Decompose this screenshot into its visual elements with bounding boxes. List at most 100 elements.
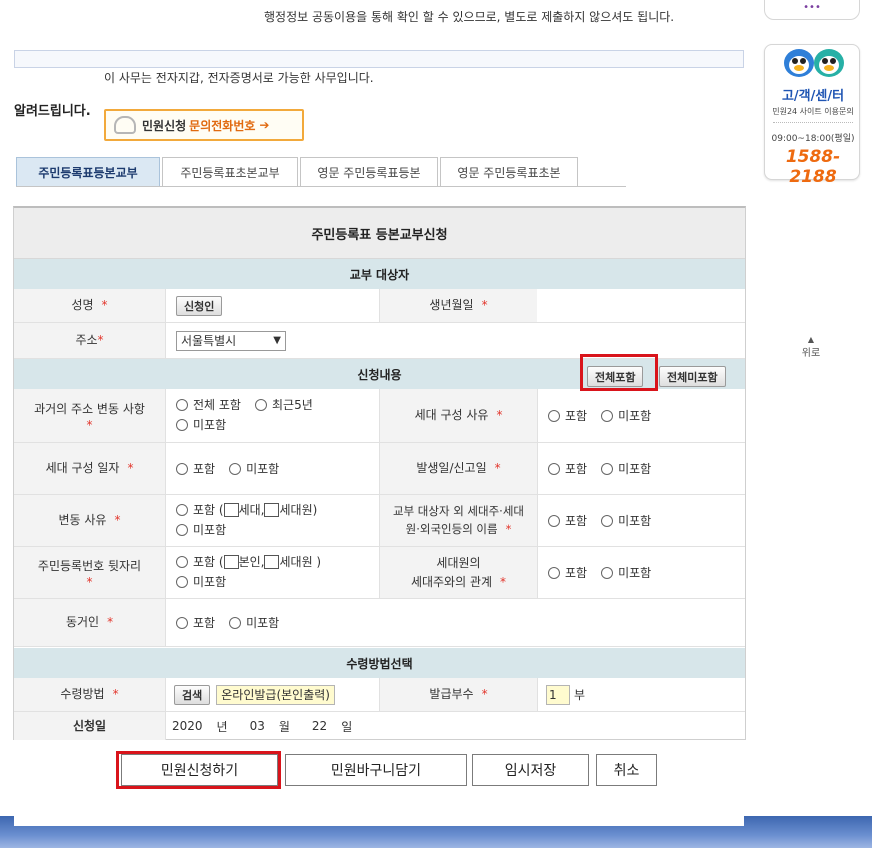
birth-label: 생년월일 * bbox=[380, 289, 537, 322]
tab-resident-abstract[interactable]: 주민등록표초본교부 bbox=[162, 157, 298, 187]
household-date-include-radio[interactable] bbox=[176, 463, 188, 475]
applicant-button[interactable]: 신청인 bbox=[176, 295, 223, 316]
change-reason-member-checkbox[interactable] bbox=[264, 503, 280, 517]
divider bbox=[773, 122, 853, 123]
apply-date-label: 신청일 bbox=[14, 712, 165, 740]
cohabitant-options: 포함 미포함 bbox=[166, 599, 379, 646]
tab-underline bbox=[16, 186, 626, 187]
tab-resident-copy[interactable]: 주민등록표등본교부 bbox=[16, 157, 160, 187]
rrn-row: 주민등록번호 뒷자리 * 포함 (본인, 세대원 ) 미포함 세대원의 세대주와의 관… bbox=[14, 547, 745, 599]
rrn-options: 포함 (본인, 세대원 ) 미포함 bbox=[166, 547, 379, 598]
occur-date-exclude-radio[interactable] bbox=[601, 463, 614, 475]
mascot-icon bbox=[784, 49, 844, 77]
change-reason-include-radio[interactable] bbox=[176, 504, 188, 516]
cohabitant-label: 동거인 * bbox=[14, 599, 165, 646]
arrow-up-icon: ▲ bbox=[807, 335, 815, 344]
relation-include-radio[interactable] bbox=[548, 567, 560, 579]
household-reason-exclude-radio[interactable] bbox=[601, 410, 614, 422]
household-date-options: 포함 미포함 bbox=[166, 443, 379, 494]
customer-center-phone: 1588-2188 bbox=[785, 147, 841, 187]
rrn-self-checkbox[interactable] bbox=[223, 555, 239, 569]
receipt-method-field[interactable]: 온라인발급(본인출력) bbox=[216, 684, 335, 705]
notice-label: 알려드립니다. bbox=[14, 104, 91, 119]
tab-english-copy[interactable]: 영문 주민등록표등본 bbox=[300, 157, 438, 187]
relation-exclude-radio[interactable] bbox=[601, 567, 614, 579]
customer-center-box[interactable]: 고/객/센/터 민원24 사이트 이용문의 09:00~18:00(평일) 15… bbox=[764, 44, 860, 187]
exclude-all-button[interactable]: 전체미포함 bbox=[659, 366, 726, 387]
past-address-exclude-radio[interactable] bbox=[176, 419, 188, 431]
rrn-include-radio[interactable] bbox=[176, 556, 188, 568]
copies-cell: 1 부 bbox=[538, 678, 745, 711]
name-row: 성명 * 신청인 생년월일 * bbox=[14, 289, 745, 323]
past-address-5y-radio[interactable] bbox=[254, 399, 267, 411]
change-reason-household-checkbox[interactable] bbox=[223, 503, 239, 517]
change-reason-label: 변동 사유 * bbox=[14, 495, 165, 546]
add-to-basket-button[interactable]: 민원바구니담기 bbox=[285, 754, 467, 786]
application-form: 주민등록표 등본교부신청 교부 대상자 성명 * 신청인 생년월일 * 주소 * 서울… bbox=[13, 206, 746, 740]
other-names-options: 포함 미포함 bbox=[538, 495, 745, 546]
household-reason-include-radio[interactable] bbox=[548, 410, 560, 422]
name-value-cell: 신청인 bbox=[166, 289, 379, 322]
other-names-label: 교부 대상자 외 세대주·세대 원·외국인등의 이름 * bbox=[380, 495, 537, 546]
cohabitant-exclude-radio[interactable] bbox=[229, 617, 242, 629]
inquiry-button-label: 문의전화번호 bbox=[189, 118, 256, 133]
target-section-header: 교부 대상자 bbox=[14, 259, 745, 289]
address-city-select[interactable]: 서울특별시 ▼ bbox=[176, 330, 286, 351]
other-names-include-radio[interactable] bbox=[548, 515, 560, 527]
inquiry-phone-button[interactable]: 민원신청 문의전화번호 ➔ bbox=[104, 109, 304, 141]
form-title: 주민등록표 등본교부신청 bbox=[14, 208, 745, 259]
top-notice-text: 행정정보 공동이용을 통해 확인 할 수 있으므로, 별도로 제출하지 않으셔도… bbox=[264, 10, 675, 24]
highlight-include-all bbox=[580, 354, 658, 391]
cohabitant-include-radio[interactable] bbox=[176, 617, 188, 629]
headset-icon bbox=[114, 116, 136, 134]
scroll-to-top-button[interactable]: ▲ 위로 bbox=[800, 335, 822, 360]
address-label: 주소 * bbox=[14, 323, 165, 358]
arrow-right-icon: ➔ bbox=[259, 118, 270, 132]
cancel-button[interactable]: 취소 bbox=[596, 754, 657, 786]
footer-content-strip bbox=[14, 800, 744, 826]
temp-save-button[interactable]: 임시저장 bbox=[472, 754, 589, 786]
past-address-row: 과거의 주소 변동 사항 * 전체 포함 최근5년 미포함 세대 구성 사유 * 포함… bbox=[14, 389, 745, 443]
search-method-button[interactable]: 검색 bbox=[174, 684, 211, 705]
past-address-all-radio[interactable] bbox=[176, 399, 188, 411]
past-address-options: 전체 포함 최근5년 미포함 bbox=[166, 389, 379, 442]
receipt-method-label: 수령방법 * bbox=[14, 678, 165, 711]
household-date-exclude-radio[interactable] bbox=[229, 463, 242, 475]
apply-date-row: 신청일 2020 년 03 월 22 일 bbox=[14, 712, 745, 740]
apply-date-value: 2020 년 03 월 22 일 bbox=[172, 719, 353, 734]
occur-date-include-radio[interactable] bbox=[548, 463, 560, 475]
name-label: 성명 * bbox=[14, 289, 165, 322]
receipt-section-header: 수령방법선택 bbox=[14, 648, 745, 678]
household-reason-options: 포함 미포함 bbox=[538, 389, 745, 442]
receipt-method-cell: 검색 온라인발급(본인출력) bbox=[166, 678, 379, 711]
customer-center-subtitle: 민원24 사이트 이용문의 bbox=[772, 107, 854, 116]
address-value-cell: 서울특별시 ▼ bbox=[166, 323, 466, 358]
household-reason-label: 세대 구성 사유 * bbox=[380, 389, 537, 442]
household-date-label: 세대 구성 일자 * bbox=[14, 443, 165, 494]
occur-date-options: 포함 미포함 bbox=[538, 443, 745, 494]
cohabitant-row: 동거인 * 포함 미포함 bbox=[14, 599, 745, 647]
sidebar-top-pill[interactable]: ••• bbox=[764, 0, 860, 20]
customer-center-hours: 09:00~18:00(평일) bbox=[771, 134, 855, 144]
occur-date-label: 발생일/신고일 * bbox=[380, 443, 537, 494]
receipt-method-row: 수령방법 * 검색 온라인발급(본인출력) 발급부수 * 1 부 bbox=[14, 678, 745, 712]
tab-english-abstract[interactable]: 영문 주민등록표초본 bbox=[440, 157, 578, 187]
change-reason-exclude-radio[interactable] bbox=[176, 524, 188, 536]
rrn-member-checkbox[interactable] bbox=[264, 555, 280, 569]
copies-input[interactable]: 1 bbox=[546, 684, 570, 705]
rrn-label: 주민등록번호 뒷자리 * bbox=[14, 547, 165, 598]
relation-label: 세대원의 세대주와의 관계 * bbox=[380, 547, 537, 598]
customer-center-title: 고/객/센/터 bbox=[781, 89, 845, 104]
copies-unit: 부 bbox=[574, 688, 586, 702]
relation-options: 포함 미포함 bbox=[538, 547, 745, 598]
wallet-info-text: 이 사무는 전자지갑, 전자증명서로 가능한 사무입니다. bbox=[104, 71, 374, 85]
scroll-to-top-label: 위로 bbox=[801, 348, 821, 359]
copies-label: 발급부수 * bbox=[380, 678, 537, 711]
rrn-exclude-radio[interactable] bbox=[176, 576, 188, 588]
other-names-exclude-radio[interactable] bbox=[601, 515, 614, 527]
change-reason-row: 변동 사유 * 포함 (세대, 세대원) 미포함 교부 대상자 외 세대주·세대 원·… bbox=[14, 495, 745, 547]
certificate-tabs: 주민등록표등본교부 주민등록표초본교부 영문 주민등록표등본 영문 주민등록표초… bbox=[16, 157, 580, 187]
highlight-submit bbox=[116, 751, 281, 789]
chevron-down-icon: ▼ bbox=[273, 335, 281, 346]
change-reason-options: 포함 (세대, 세대원) 미포함 bbox=[166, 495, 379, 546]
